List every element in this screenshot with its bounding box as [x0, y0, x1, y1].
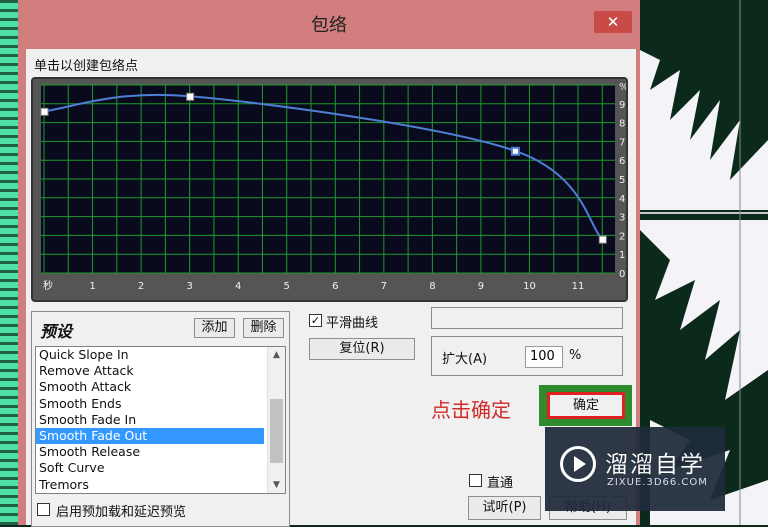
delete-preset-button[interactable]: 删除 — [243, 318, 284, 338]
preset-list-item[interactable]: Smooth Attack — [36, 379, 264, 395]
preset-list-item[interactable]: Soft Curve — [36, 460, 264, 476]
x-tick-label: 2 — [138, 281, 144, 292]
presets-title: 预设 — [40, 322, 73, 341]
x-tick-label: 4 — [235, 281, 241, 292]
x-tick-label: 9 — [478, 281, 484, 292]
preset-list-item[interactable]: Remove Attack — [36, 363, 264, 379]
smooth-curve-checkbox[interactable]: ✓ — [309, 314, 322, 327]
envelope-point-handle[interactable] — [598, 235, 607, 244]
y-tick-label: 20 — [619, 231, 626, 242]
y-tick-label: 70 — [619, 137, 626, 148]
ok-button[interactable]: 确定 — [547, 392, 625, 419]
dialog-title: 包络 — [311, 15, 347, 36]
amplify-unit: % — [569, 348, 582, 363]
annotation-text: 点击确定 — [431, 398, 511, 422]
presets-list[interactable]: Quick Slope In Remove Attack Smooth Attack… — [35, 346, 286, 494]
preset-list-item[interactable]: Smooth Fade Out — [36, 427, 264, 445]
envelope-point-handle[interactable] — [510, 146, 520, 156]
presets-group: 预设 添加 删除 Quick Slope In Remove Attack Smoo… — [31, 311, 290, 527]
smooth-curve-label: 平滑曲线 — [326, 316, 379, 331]
check-icon: ✓ — [310, 314, 321, 327]
envelope-hint-label: 单击以创建包络点 — [34, 59, 139, 74]
play-logo-icon — [560, 446, 596, 482]
preload-checkbox[interactable] — [37, 503, 50, 516]
scroll-down-icon[interactable]: ▼ — [268, 477, 285, 493]
close-button[interactable]: ✕ — [594, 11, 632, 33]
presets-list-items: Quick Slope In Remove Attack Smooth Attack… — [36, 347, 264, 493]
envelope-point-handle[interactable] — [186, 92, 195, 101]
amplify-input[interactable]: 100 — [525, 346, 563, 368]
y-tick-label: 60 — [619, 156, 626, 167]
y-tick-label: 40 — [619, 194, 626, 205]
preset-list-item[interactable]: Smooth Ends — [36, 396, 264, 412]
preset-list-item[interactable]: Smooth Fade In — [36, 412, 264, 428]
waveform-left-edge — [0, 0, 18, 525]
x-tick-label: 8 — [429, 281, 435, 292]
x-tick-label: 10 — [523, 281, 536, 292]
add-preset-button[interactable]: 添加 — [194, 318, 235, 338]
watermark: 溜溜自学 ZIXUE.3D66.COM — [545, 427, 725, 511]
watermark-url: ZIXUE.3D66.COM — [607, 477, 708, 488]
y-tick-label: 0 — [619, 269, 625, 280]
direct-checkbox-label: 直通 — [487, 476, 514, 491]
x-tick-label: 6 — [332, 281, 338, 292]
preset-list-item[interactable]: Smooth Release — [36, 444, 264, 460]
watermark-title: 溜溜自学 — [605, 452, 705, 478]
preset-list-item[interactable]: Quick Slope In — [36, 347, 264, 363]
direct-checkbox[interactable] — [469, 474, 482, 487]
preload-checkbox-label: 启用预加载和延迟预览 — [56, 505, 187, 520]
envelope-graph[interactable]: 1 2 3 4 5 6 7 8 9 10 11 秒 90 80 70 60 50 40 30 20 10 0% — [31, 77, 628, 302]
y-tick-label: 10 — [619, 250, 626, 261]
y-tick-label: 90 — [619, 100, 626, 111]
x-tick-label: 3 — [186, 281, 192, 292]
scroll-up-icon[interactable]: ▲ — [268, 347, 285, 363]
x-unit-label: 秒 — [43, 279, 53, 292]
readout-field — [431, 307, 623, 329]
x-tick-label: 1 — [89, 281, 95, 292]
presets-scrollbar[interactable]: ▲ ▼ — [267, 347, 285, 493]
x-tick-label: 7 — [381, 281, 387, 292]
x-tick-label: 11 — [572, 281, 585, 292]
amplify-group: 扩大(A) 100 % — [431, 336, 623, 376]
y-unit-label: % — [619, 82, 626, 93]
y-tick-label: 80 — [619, 119, 626, 130]
preview-button[interactable]: 试听(P) — [468, 496, 541, 520]
envelope-graph-canvas[interactable]: 1 2 3 4 5 6 7 8 9 10 11 秒 90 80 70 60 50 40 30 20 10 0% — [33, 79, 626, 300]
y-tick-label: 50 — [619, 175, 626, 186]
close-icon: ✕ — [606, 13, 620, 31]
y-tick-label: 30 — [619, 213, 626, 224]
preset-list-item[interactable]: Tremors — [36, 477, 264, 493]
reset-button[interactable]: 复位(R) — [309, 338, 415, 360]
scrollbar-thumb[interactable] — [270, 399, 283, 463]
amplify-label: 扩大(A) — [442, 352, 488, 367]
x-tick-label: 5 — [284, 281, 290, 292]
envelope-point-handle[interactable] — [40, 107, 49, 116]
